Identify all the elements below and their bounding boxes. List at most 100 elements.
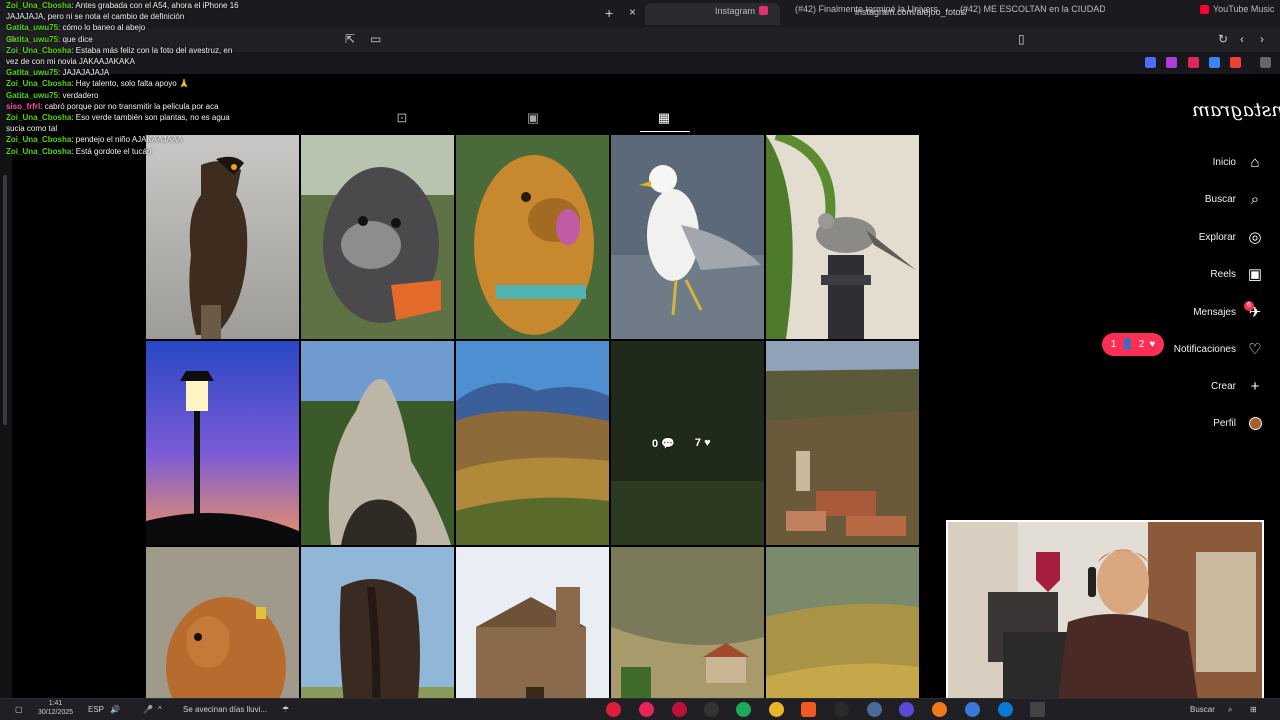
app-icon-3[interactable]: [672, 702, 687, 717]
chat-message: verdadero: [62, 90, 99, 100]
language-indicator[interactable]: ESP: [88, 705, 104, 714]
chat-username: Zoi_Una_Cbosha: [6, 135, 72, 145]
chat-message: vez de con mi novia JAKAAJAKAKA: [6, 57, 135, 67]
chat-line: Gatita_uwu75: cómo lo baneo al abejo: [6, 23, 146, 33]
bookmark-icon-2[interactable]: [1166, 57, 1177, 68]
reels-tab-icon[interactable]: ▣: [525, 110, 541, 126]
golden-retriever-photo: [456, 135, 609, 339]
post-chapel[interactable]: [456, 547, 609, 720]
chat-username: Zoi_Una_Cbosha: [6, 79, 72, 89]
notifications-pill[interactable]: 1 👤 2 ♥: [1102, 333, 1164, 356]
nav-profile[interactable]: Perfil: [1213, 412, 1264, 434]
app-icon-12[interactable]: [965, 702, 980, 717]
task-view-icon[interactable]: [1030, 702, 1045, 717]
chat-username: Gatita_uwu75: [6, 34, 59, 44]
chat-message: que dice: [62, 34, 93, 44]
nav-label: Buscar: [1204, 193, 1236, 205]
notification-icon[interactable]: ▢: [15, 705, 23, 714]
steam-icon[interactable]: [867, 702, 882, 717]
chat-message: cómo lo baneo al abejo: [62, 23, 146, 33]
microphone-icon[interactable]: 🎤: [143, 705, 153, 714]
post-fields[interactable]: [766, 547, 919, 720]
app-icon-4[interactable]: [704, 702, 719, 717]
bookmark-icon[interactable]: ▯: [1018, 32, 1025, 46]
taskbar-search[interactable]: Buscar: [1190, 705, 1215, 714]
post-farmhouse[interactable]: [611, 547, 764, 720]
whatsapp-icon[interactable]: [736, 702, 751, 717]
horse-photo: [301, 547, 454, 720]
bookmark-icon-4[interactable]: [1209, 57, 1220, 68]
person-icon: 👤: [1121, 339, 1134, 350]
post-streetlamp[interactable]: [146, 341, 299, 545]
close-tab-icon[interactable]: ×: [629, 5, 636, 19]
village-photo: [766, 341, 919, 545]
chat-line: Zoi_Una_Cbosha: Estaba más feliz con la …: [6, 45, 233, 55]
tray-chevron-icon[interactable]: ^: [158, 705, 162, 714]
search-icon[interactable]: ⌕: [1228, 705, 1232, 715]
nav-notifications[interactable]: Notificaciones ♡: [1174, 338, 1264, 360]
forward-icon[interactable]: ›: [1260, 32, 1264, 46]
chat-line: Zoi_Una_Cbosha: Antes grabada con el A54…: [6, 1, 239, 10]
post-gull[interactable]: [611, 135, 764, 339]
tab-instagram[interactable]: Instagram: [645, 3, 780, 25]
instagram-icon: [759, 6, 768, 15]
nav-create[interactable]: Crear +: [1211, 375, 1264, 397]
chat-message: JAJAJAJAJA: [62, 68, 110, 78]
instagram-logo[interactable]: Instagram: [1192, 99, 1280, 121]
chat-message: JAJAJAJA, pero ni se nota el cambio de d…: [6, 12, 185, 22]
screen-icon[interactable]: ▭: [370, 32, 381, 46]
chat-line: Gatita_uwu75: verdadero: [6, 90, 99, 100]
chat-username: Gatita_uwu75: [6, 68, 59, 78]
heart-filled-icon: ♥: [704, 437, 711, 449]
post-golden-retriever[interactable]: [456, 135, 609, 339]
comments-count: 0: [652, 438, 659, 450]
new-tab-button[interactable]: +: [605, 5, 613, 21]
streetlamp-photo: [146, 341, 299, 545]
chat-line: vez de con mi novia JAKAAJAKAKA: [6, 56, 316, 67]
weather-icon[interactable]: ☂: [282, 705, 289, 714]
nav-label: Inicio: [1212, 156, 1236, 168]
url-field[interactable]: instagram.com/alejoo_fotos/: [855, 4, 1010, 20]
nav-search[interactable]: Buscar ⌕: [1205, 188, 1264, 210]
volume-icon[interactable]: 🔊: [110, 705, 120, 714]
firefox-icon[interactable]: [932, 702, 947, 717]
chrome-icon[interactable]: [769, 702, 784, 717]
chat-line: Gatita_uwu75: JAJAJAJAJA: [6, 68, 110, 78]
cow-photo: [146, 547, 299, 720]
posts-grid-icon[interactable]: ▦: [656, 110, 672, 126]
back-icon[interactable]: ‹: [1240, 32, 1244, 46]
post-dove[interactable]: [766, 135, 919, 339]
app-icon-2[interactable]: [639, 702, 654, 717]
bookmark-icon-5[interactable]: [1230, 57, 1241, 68]
scrollbar-thumb[interactable]: [3, 175, 7, 425]
nav-explore[interactable]: Explorar ◎: [1199, 226, 1264, 248]
clock[interactable]: 1:41 30/12/2025: [38, 699, 73, 717]
post-schnauzer[interactable]: [301, 135, 454, 339]
post-village[interactable]: [766, 341, 919, 545]
heart-icon: ♡: [1248, 341, 1262, 358]
app-icon-1[interactable]: [606, 702, 621, 717]
share-icon[interactable]: ⇱: [345, 32, 355, 46]
bookmark-icon-1[interactable]: [1145, 57, 1156, 68]
post-cow[interactable]: [146, 547, 299, 720]
reload-icon[interactable]: ↻: [1218, 32, 1228, 46]
post-rock-cave[interactable]: [301, 341, 454, 545]
brave-icon[interactable]: [801, 702, 816, 717]
weather-widget[interactable]: Se avecinan días lluvi...: [183, 705, 267, 714]
nav-reels[interactable]: Reels ▣: [1210, 263, 1264, 285]
bookmark-icon-3[interactable]: [1188, 57, 1199, 68]
tagged-tab-icon[interactable]: ⊡: [394, 110, 410, 126]
tab-label: YouTube Music: [1213, 4, 1275, 14]
app-icon-8[interactable]: [834, 702, 849, 717]
start-icon[interactable]: ⊞: [1250, 705, 1257, 714]
tab-youtube-music[interactable]: YouTube Music: [1200, 4, 1274, 22]
post-horse[interactable]: [301, 547, 454, 720]
post-mountains[interactable]: [456, 341, 609, 545]
profile-avatar-icon: [1246, 414, 1264, 432]
like-count: 2: [1138, 339, 1145, 350]
discord-icon[interactable]: [899, 702, 914, 717]
bookmark-icon-6[interactable]: [1260, 57, 1271, 68]
post-caracara[interactable]: [146, 135, 299, 339]
nav-home[interactable]: Inicio ⌂: [1213, 151, 1264, 173]
edge-icon[interactable]: [998, 702, 1013, 717]
